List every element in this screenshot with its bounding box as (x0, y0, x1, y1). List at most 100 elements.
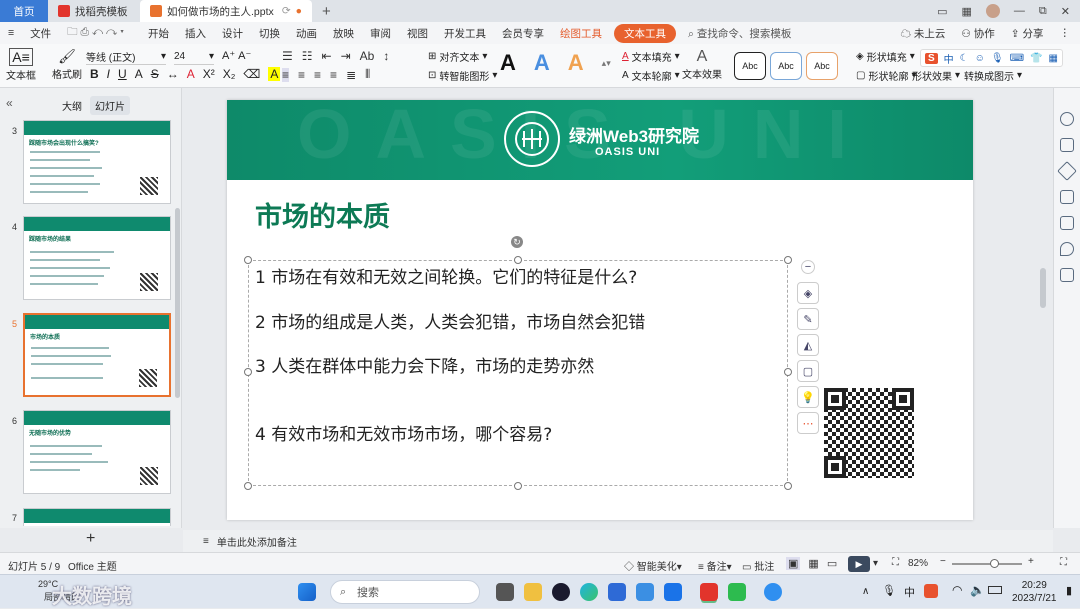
subscript-button[interactable]: X₂ (223, 67, 236, 81)
cloud-status[interactable]: ☁ 未上云 (893, 26, 954, 41)
zoom-slider[interactable] (952, 563, 1022, 565)
slide-thumb-7[interactable] (23, 508, 171, 526)
shadow-button[interactable]: A (135, 67, 143, 81)
italic-button[interactable]: I (107, 67, 110, 81)
notification-icon[interactable]: ▮ (1066, 584, 1072, 597)
resize-handle[interactable] (244, 482, 252, 490)
play-options-icon[interactable]: ▾ (873, 558, 878, 569)
comments-toggle[interactable]: ▭ 批注 (742, 558, 774, 573)
beautify-button[interactable]: ◇ 智能美化▾ (624, 558, 682, 573)
tray-lang-icon[interactable]: 中 (904, 584, 915, 600)
font-grow-icon[interactable]: A⁺ (222, 49, 235, 62)
menu-item[interactable]: 审阅 (362, 26, 399, 41)
menu-item[interactable]: 放映 (325, 26, 362, 41)
transition-icon[interactable] (1060, 138, 1074, 152)
minimize-button[interactable]: — (1014, 5, 1025, 17)
fill-icon[interactable]: ◭ (797, 334, 819, 356)
superscript-button[interactable]: X² (203, 67, 215, 81)
collapse-icon[interactable]: − (801, 260, 815, 274)
notes-bar[interactable]: ≡ 单击此处添加备注 (183, 530, 1053, 552)
file-tab[interactable]: 如何做市场的主人.pptx ⟳ ● (140, 0, 312, 22)
smart-art-button[interactable]: ⊡ 转智能图形▾ (428, 68, 497, 83)
shape-style-2[interactable]: Abc (770, 52, 802, 80)
bullet-point[interactable]: 3 人类在群体中能力会下降，市场的走势亦然 (255, 352, 594, 377)
add-slide-button[interactable]: + (86, 530, 95, 548)
tab-draw-tool[interactable]: 绘图工具 (552, 26, 610, 41)
close-button[interactable]: ✕ (1061, 5, 1070, 18)
hamburger-icon[interactable]: ≡ (0, 27, 22, 39)
grid-icon[interactable]: ▦ (962, 5, 972, 18)
collab-button[interactable]: ⚇ 协作 (953, 26, 1002, 41)
indent-decrease-icon[interactable]: ⇤ (322, 49, 332, 63)
template-tab[interactable]: 找稻壳模板 (48, 0, 140, 22)
tray-chevron-icon[interactable]: ∧ (862, 586, 869, 597)
settings-icon[interactable] (1060, 112, 1074, 126)
fit-icon[interactable]: ⛶ (892, 557, 899, 568)
highlight-button[interactable]: A (268, 67, 280, 81)
text-effect-button[interactable]: A 文本效果 (682, 48, 722, 81)
underline-button[interactable]: U (118, 67, 127, 81)
indent-increase-icon[interactable]: ⇥ (341, 49, 351, 63)
chat-icon[interactable] (764, 583, 782, 601)
distribute-icon[interactable]: ≣ (346, 68, 356, 82)
canvas-scrollbar[interactable] (1040, 268, 1046, 308)
gallery-more-icon[interactable]: ▴▾ (602, 58, 611, 69)
zoom-in-button[interactable]: + (1028, 556, 1034, 567)
clock[interactable]: 20:29 2023/7/21 (1012, 579, 1057, 605)
align-center-icon[interactable]: ≡ (298, 68, 305, 82)
slide-thumb-5[interactable]: 市场的本质 (23, 313, 171, 397)
rotate-handle-icon[interactable]: ↻ (511, 236, 523, 248)
layout-icon[interactable]: ▭ (937, 5, 947, 18)
zoom-level[interactable]: 82% (908, 558, 928, 569)
shape-style-1[interactable]: Abc (734, 52, 766, 80)
home-tab[interactable]: 首页 (0, 0, 48, 22)
resize-handle[interactable] (784, 256, 792, 264)
align-right-icon[interactable]: ≡ (314, 68, 321, 82)
font-grow-shrink[interactable]: A⁺A⁻ (222, 49, 251, 62)
font-name-select[interactable]: 等线 (正文) ▾ (86, 49, 166, 65)
star-icon[interactable] (1057, 161, 1077, 181)
text-style-blue[interactable]: A (534, 52, 550, 74)
bullet-point[interactable]: 4 有效市场和无效市场市场，哪个容易? (255, 420, 552, 445)
collapse-panel-icon[interactable]: « (6, 96, 13, 110)
sorter-view-icon[interactable]: ▦ (808, 557, 818, 570)
dell-icon[interactable] (552, 583, 570, 601)
avatar[interactable] (986, 4, 1000, 18)
bold-button[interactable]: B (90, 67, 99, 81)
line-spacing-icon[interactable]: ↕ (383, 49, 389, 63)
share-button[interactable]: ⇪ 分享 (1003, 26, 1052, 41)
font-size-select[interactable]: 24 ▾ (174, 49, 214, 65)
tab-slides[interactable]: 幻灯片 (90, 96, 130, 115)
share-out-icon[interactable] (1060, 190, 1074, 204)
text-style-orange[interactable]: A (568, 52, 584, 74)
resize-handle[interactable] (244, 256, 252, 264)
more-icon[interactable]: ⋮ (1052, 27, 1080, 39)
store-icon[interactable] (636, 583, 654, 601)
command-search[interactable]: ⌕ 查找命令、搜索模板 (680, 26, 799, 41)
slide[interactable]: OASIS UNI 绿洲Web3研究院 OASIS UNI 市场的本质 ↻ 1 … (227, 100, 973, 520)
quick-access-icons[interactable]: 🗀 ⎙ ↶ ↷ ▾ (59, 24, 132, 42)
number-list-icon[interactable]: ☷ (302, 49, 313, 63)
lightbulb-icon[interactable]: 💡 (797, 386, 819, 408)
fullscreen-icon[interactable]: ⛶ (1060, 557, 1067, 568)
bullet-point[interactable]: 2 市场的组成是人类，人类会犯错，市场自然会犯错 (255, 308, 645, 333)
clear-format-button[interactable]: ⌫ (243, 67, 260, 81)
windows-start-icon[interactable] (298, 583, 316, 601)
tray-mic-icon[interactable]: 🎙 (882, 584, 896, 597)
zoom-out-button[interactable]: − (940, 556, 946, 567)
menu-item[interactable]: 动画 (288, 26, 325, 41)
zoom-slider-thumb[interactable] (990, 559, 999, 568)
outline-icon[interactable]: ▢ (797, 360, 819, 382)
menu-item[interactable]: 会员专享 (494, 26, 552, 41)
tray-sogou-icon[interactable] (924, 584, 938, 598)
wifi-icon[interactable]: ◠ (952, 583, 962, 597)
layers-icon[interactable]: ◈ (797, 282, 819, 304)
resize-handle[interactable] (784, 482, 792, 490)
align-text-button[interactable]: ⊞ 对齐文本▾ (428, 49, 487, 64)
tab-outline[interactable]: 大纲 (62, 98, 82, 113)
spacing-button[interactable]: ↔ (167, 67, 179, 81)
more-icon[interactable]: ⋯ (797, 412, 819, 434)
slide-thumb-6[interactable]: 无随市场的优势 (23, 410, 171, 494)
slide-thumb-4[interactable]: 踩随市场的结果 (23, 216, 171, 300)
menu-item[interactable]: 开始 (140, 26, 177, 41)
